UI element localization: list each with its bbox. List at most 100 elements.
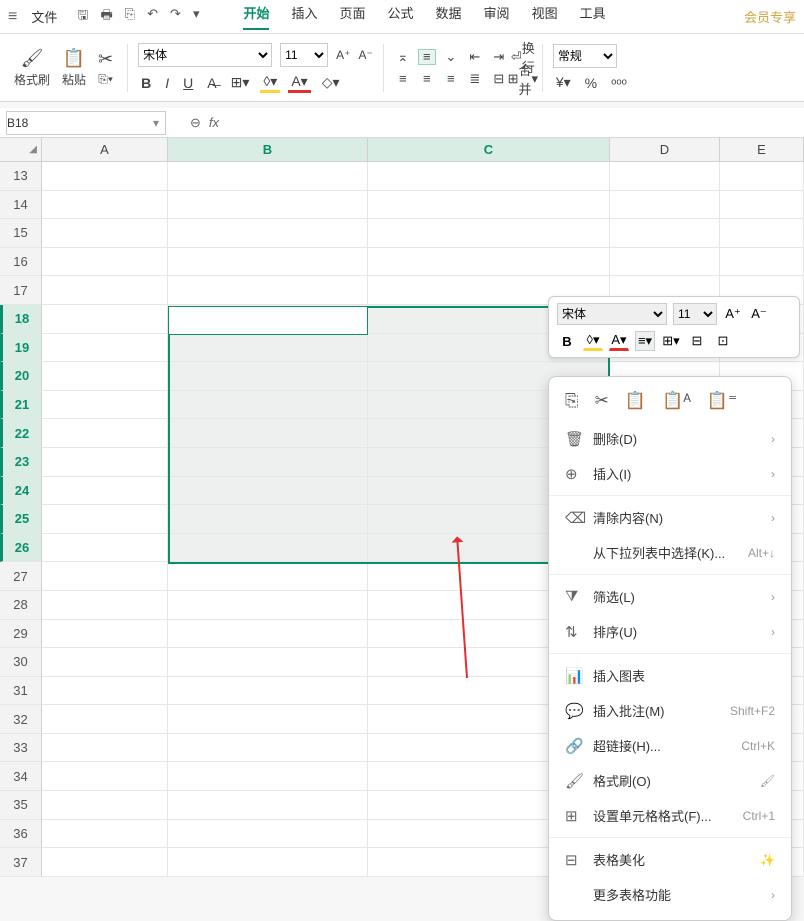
cell[interactable] bbox=[42, 477, 168, 506]
mini-bold-icon[interactable]: B bbox=[557, 331, 577, 351]
ctx-copy-icon[interactable]: ⎘ bbox=[565, 391, 579, 411]
file-menu[interactable]: 文件 bbox=[31, 7, 57, 26]
row-header[interactable]: 27 bbox=[0, 562, 42, 591]
distribute-icon[interactable]: ⊟ bbox=[490, 71, 508, 87]
row-header[interactable]: 36 bbox=[0, 820, 42, 849]
cell[interactable] bbox=[610, 219, 720, 248]
currency-icon[interactable]: ¥▾ bbox=[553, 74, 574, 91]
indent-dec-icon[interactable]: ⇤ bbox=[466, 49, 484, 65]
row-header[interactable]: 34 bbox=[0, 762, 42, 791]
row-header[interactable]: 13 bbox=[0, 162, 42, 191]
cell[interactable] bbox=[168, 505, 368, 534]
cell[interactable] bbox=[42, 562, 168, 591]
cell[interactable] bbox=[42, 219, 168, 248]
cell[interactable] bbox=[720, 248, 804, 277]
cell[interactable] bbox=[168, 620, 368, 649]
cell[interactable] bbox=[168, 820, 368, 849]
tab-review[interactable]: 审阅 bbox=[484, 3, 510, 30]
redo-icon[interactable]: ↷ bbox=[170, 6, 181, 28]
cell[interactable] bbox=[42, 362, 168, 391]
cell[interactable] bbox=[610, 162, 720, 191]
row-header[interactable]: 23 bbox=[0, 448, 42, 477]
mini-font-name[interactable]: 宋体 bbox=[557, 303, 667, 325]
undo-icon[interactable]: ↶ bbox=[147, 6, 158, 28]
cut-group[interactable]: ✂⎘▾ bbox=[94, 49, 117, 87]
row-header[interactable]: 35 bbox=[0, 791, 42, 820]
cell[interactable] bbox=[42, 448, 168, 477]
mini-format-icon[interactable]: ⊡ bbox=[713, 331, 733, 351]
cell[interactable] bbox=[42, 305, 168, 334]
cell[interactable] bbox=[168, 534, 368, 563]
mini-increase-font-icon[interactable]: A⁺ bbox=[723, 304, 743, 324]
fill-color-button[interactable]: ◊▾ bbox=[260, 73, 280, 93]
merge-button[interactable]: ⊞合并▾ bbox=[514, 71, 532, 87]
paste-group[interactable]: 📋粘贴 bbox=[58, 48, 90, 88]
align-left-icon[interactable]: ≡ bbox=[394, 71, 412, 87]
row-header[interactable]: 32 bbox=[0, 705, 42, 734]
row-header[interactable]: 18 bbox=[0, 305, 42, 334]
cell[interactable] bbox=[42, 734, 168, 763]
cell[interactable] bbox=[168, 791, 368, 820]
increase-font-icon[interactable]: A⁺ bbox=[336, 48, 350, 62]
copy-icon[interactable]: ⎘▾ bbox=[98, 72, 113, 87]
fx-icon[interactable]: fx bbox=[209, 115, 219, 131]
cell[interactable] bbox=[42, 162, 168, 191]
row-header[interactable]: 21 bbox=[0, 391, 42, 420]
row-header[interactable]: 30 bbox=[0, 648, 42, 677]
col-A[interactable]: A bbox=[42, 138, 168, 161]
row-header[interactable]: 16 bbox=[0, 248, 42, 277]
row-header[interactable]: 24 bbox=[0, 477, 42, 506]
percent-icon[interactable]: % bbox=[582, 75, 600, 91]
cell[interactable] bbox=[42, 334, 168, 363]
row-header[interactable]: 29 bbox=[0, 620, 42, 649]
mini-font-size[interactable]: 11 bbox=[673, 303, 717, 325]
number-format-select[interactable]: 常规 bbox=[553, 44, 617, 68]
tab-tools[interactable]: 工具 bbox=[580, 3, 606, 30]
ctx-paste-icon[interactable]: 📋 bbox=[625, 391, 646, 411]
col-B[interactable]: B bbox=[168, 138, 368, 161]
col-D[interactable]: D bbox=[610, 138, 720, 161]
select-all-corner[interactable]: ◢ bbox=[0, 138, 42, 161]
cell[interactable] bbox=[720, 191, 804, 220]
cell[interactable] bbox=[42, 391, 168, 420]
cell[interactable] bbox=[610, 248, 720, 277]
cell[interactable] bbox=[42, 620, 168, 649]
dropdown-icon[interactable]: ▾ bbox=[193, 6, 200, 28]
align-top-icon[interactable]: ⌅ bbox=[394, 49, 412, 65]
cell[interactable] bbox=[168, 648, 368, 677]
cell[interactable] bbox=[42, 505, 168, 534]
underline-button[interactable]: U bbox=[180, 75, 196, 91]
row-header[interactable]: 15 bbox=[0, 219, 42, 248]
mini-fill-icon[interactable]: ◊▾ bbox=[583, 331, 603, 351]
cell[interactable] bbox=[42, 191, 168, 220]
cell[interactable] bbox=[610, 191, 720, 220]
cell[interactable] bbox=[368, 219, 610, 248]
indent-inc-icon[interactable]: ⇥ bbox=[490, 49, 508, 65]
save-icon[interactable]: 🖫 bbox=[77, 6, 88, 28]
comma-icon[interactable]: ᵒᵒᵒ bbox=[608, 75, 630, 91]
bold-button[interactable]: B bbox=[138, 75, 154, 91]
italic-button[interactable]: I bbox=[162, 75, 172, 91]
ctx-cut-icon[interactable]: ✂ bbox=[595, 391, 609, 411]
font-color-button[interactable]: A▾ bbox=[288, 73, 310, 93]
ctx-delete[interactable]: 🗑删除(D)› bbox=[549, 421, 791, 456]
cell[interactable] bbox=[168, 419, 368, 448]
justify-icon[interactable]: ≣ bbox=[466, 71, 484, 87]
cell[interactable] bbox=[42, 419, 168, 448]
chevron-down-icon[interactable]: ▾ bbox=[147, 116, 165, 130]
font-name-select[interactable]: 宋体 bbox=[138, 43, 272, 67]
cell[interactable] bbox=[42, 248, 168, 277]
col-C[interactable]: C bbox=[368, 138, 610, 161]
name-box[interactable]: B18▾ bbox=[6, 111, 166, 135]
cell[interactable] bbox=[168, 191, 368, 220]
cell[interactable] bbox=[168, 705, 368, 734]
cell[interactable] bbox=[168, 162, 368, 191]
ctx-hyperlink[interactable]: 🔗超链接(H)...Ctrl+K bbox=[549, 728, 791, 763]
ctx-comment[interactable]: 💬插入批注(M)Shift+F2 bbox=[549, 693, 791, 728]
row-header[interactable]: 14 bbox=[0, 191, 42, 220]
tab-view[interactable]: 视图 bbox=[532, 3, 558, 30]
strike-button[interactable]: A̶ bbox=[204, 75, 219, 91]
ctx-insert[interactable]: ⊕插入(I)› bbox=[549, 456, 791, 491]
cell[interactable] bbox=[168, 305, 368, 334]
align-bottom-icon[interactable]: ⌄ bbox=[442, 49, 460, 65]
